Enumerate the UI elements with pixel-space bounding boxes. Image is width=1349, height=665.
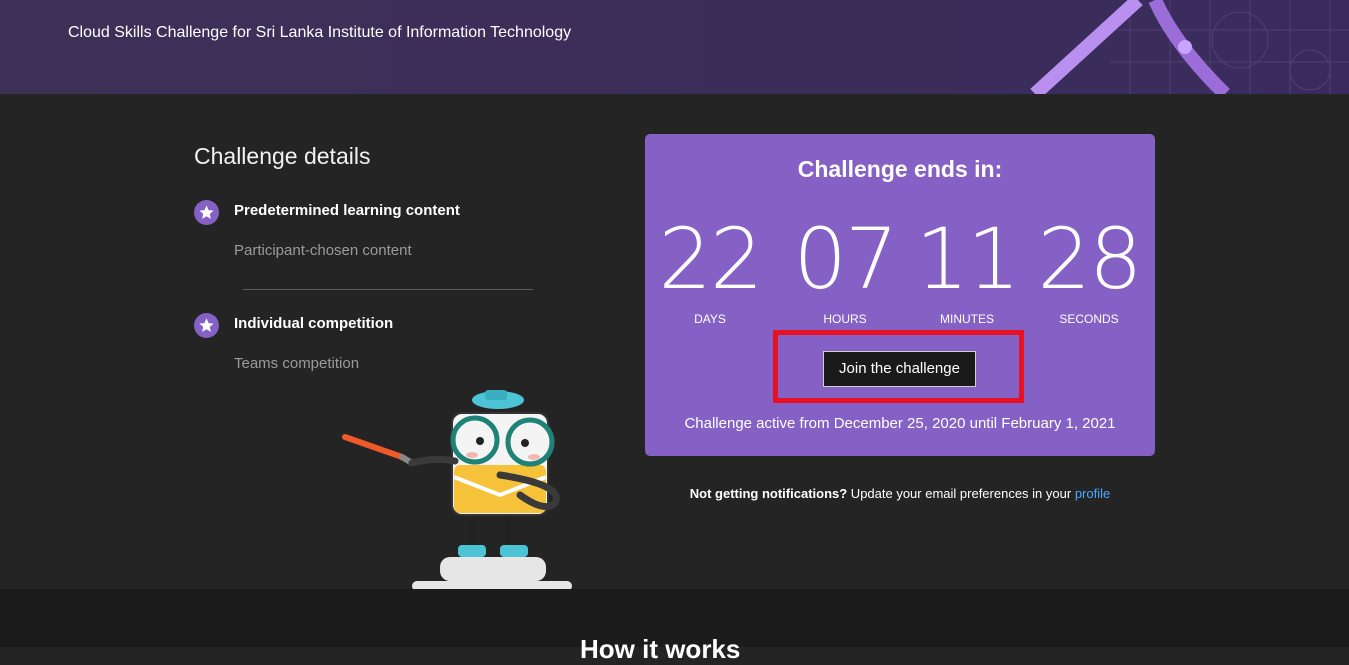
notification-preferences-line: Not getting notifications? Update your e… <box>645 486 1155 501</box>
detail-secondary-label: Teams competition <box>234 355 360 372</box>
detail-primary-label: Individual competition <box>234 315 394 332</box>
countdown-seconds-label: SECONDS <box>1059 312 1119 326</box>
countdown-days: 22 DAYS <box>650 214 770 326</box>
notification-text: Update your email preferences in your <box>847 486 1075 501</box>
countdown-hours-label: HOURS <box>823 312 867 326</box>
join-challenge-button[interactable]: Join the challenge <box>823 351 976 387</box>
how-it-works-heading: How it works <box>580 634 741 664</box>
banner-decoration-art <box>1030 0 1349 94</box>
countdown-hours-value: 07 <box>793 210 899 308</box>
countdown-hours: 07 HOURS <box>785 214 905 326</box>
notification-lead: Not getting notifications? <box>689 486 848 501</box>
countdown-minutes-label: MINUTES <box>940 312 994 326</box>
countdown-minutes: 11 MINUTES <box>907 214 1027 326</box>
countdown-days-value: 22 <box>658 210 764 308</box>
countdown-seconds: 28 SECONDS <box>1029 214 1149 326</box>
star-icon <box>194 313 219 338</box>
star-icon <box>194 200 219 225</box>
countdown-card: Challenge ends in: 22 DAYS 07 HOURS 11 M… <box>645 134 1155 456</box>
challenge-details-heading: Challenge details <box>194 143 371 169</box>
mascot-illustration <box>342 390 572 602</box>
countdown-title: Challenge ends in: <box>797 156 1003 182</box>
profile-link[interactable]: profile <box>1075 486 1110 501</box>
countdown-minutes-value: 11 <box>915 210 1021 308</box>
countdown-seconds-value: 28 <box>1037 210 1143 308</box>
detail-primary-label: Predetermined learning content <box>234 202 460 219</box>
countdown-days-label: DAYS <box>694 312 726 326</box>
detail-divider <box>243 289 533 290</box>
detail-secondary-label: Participant-chosen content <box>234 242 412 259</box>
challenge-active-dates: Challenge active from December 25, 2020 … <box>684 415 1116 432</box>
banner-title: Cloud Skills Challenge for Sri Lanka Ins… <box>68 24 572 41</box>
page-banner: Cloud Skills Challenge for Sri Lanka Ins… <box>0 0 1349 94</box>
